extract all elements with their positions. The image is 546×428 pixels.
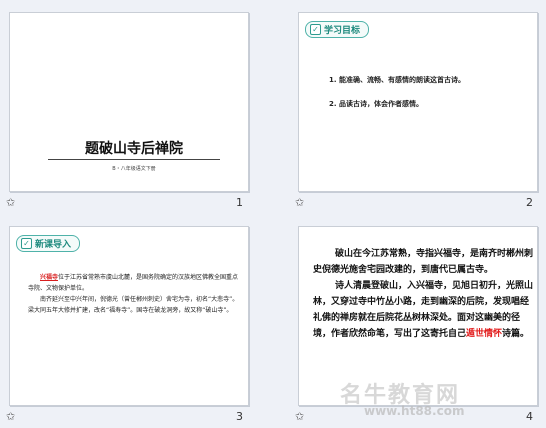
intro-text: 兴福寺位于江苏省常熟市虞山北麓，是国务院确定的汉族地区佛教全国重点寺院、文物保护… [28,272,240,316]
intro-paragraph-1: 位于江苏省常熟市虞山北麓，是国务院确定的汉族地区佛教全国重点寺院、文物保护单位。 [28,274,239,292]
slide-1[interactable]: 题破山寺后禅院 B・八年级语文下册 [9,12,249,192]
slide-transition-icon: ✩ [6,196,16,209]
title-divider [48,159,220,160]
slide-transition-icon: ✩ [295,410,305,423]
check-icon: ✓ [310,24,321,35]
highlight-phrase: 遁世情怀 [466,329,503,339]
section-tag-label: 新课导入 [35,240,72,250]
slide-transition-icon: ✩ [295,196,305,209]
poem-paragraph-1: 破山在今江苏常熟，寺指兴福寺，是南齐时郴州刺史倪德光施舍宅园改建的，到唐代已属古… [313,249,534,275]
goal-item-2: 2. 品读古诗，体会作者感情。 [329,100,423,108]
slide-number: 3 [236,410,243,423]
slide-subtitle: B・八年级语文下册 [112,166,156,172]
slide-title: 题破山寺后禅院 [85,141,183,157]
slide-number: 4 [526,410,533,423]
highlight-term: 兴福寺 [40,274,59,281]
slide-2[interactable]: ✓ 学习目标 1. 能准确、流畅、有感情的朗读这首古诗。 2. 品读古诗，体会作… [298,12,538,192]
slide-number: 2 [526,196,533,209]
goal-item-1: 1. 能准确、流畅、有感情的朗读这首古诗。 [329,76,465,84]
poem-paragraph-2: 诗人清晨登破山，入兴福寺，见旭日初升，光照山林，又穿过寺中竹丛小路，走到幽深的后… [313,281,534,339]
slide-transition-icon: ✩ [6,410,16,423]
section-tag: ✓ 学习目标 [305,21,370,38]
check-icon: ✓ [21,238,32,249]
poem-background-text: 破山在今江苏常熟，寺指兴福寺，是南齐时郴州刺史倪德光施舍宅园改建的，到唐代已属古… [313,246,535,342]
slide-3[interactable]: ✓ 新课导入 兴福寺位于江苏省常熟市虞山北麓，是国务院确定的汉族地区佛教全国重点… [9,226,249,406]
watermark-url: www.ht88.com [364,404,465,418]
intro-paragraph-2: 南齐延兴至中兴年间，倪德光（曾任郴州刺史）舍宅为寺，初名“大悲寺”。梁大同五年大… [28,296,239,314]
section-tag: ✓ 新课导入 [16,235,81,252]
section-tag-label: 学习目标 [324,26,361,36]
slide-number: 1 [236,196,243,209]
